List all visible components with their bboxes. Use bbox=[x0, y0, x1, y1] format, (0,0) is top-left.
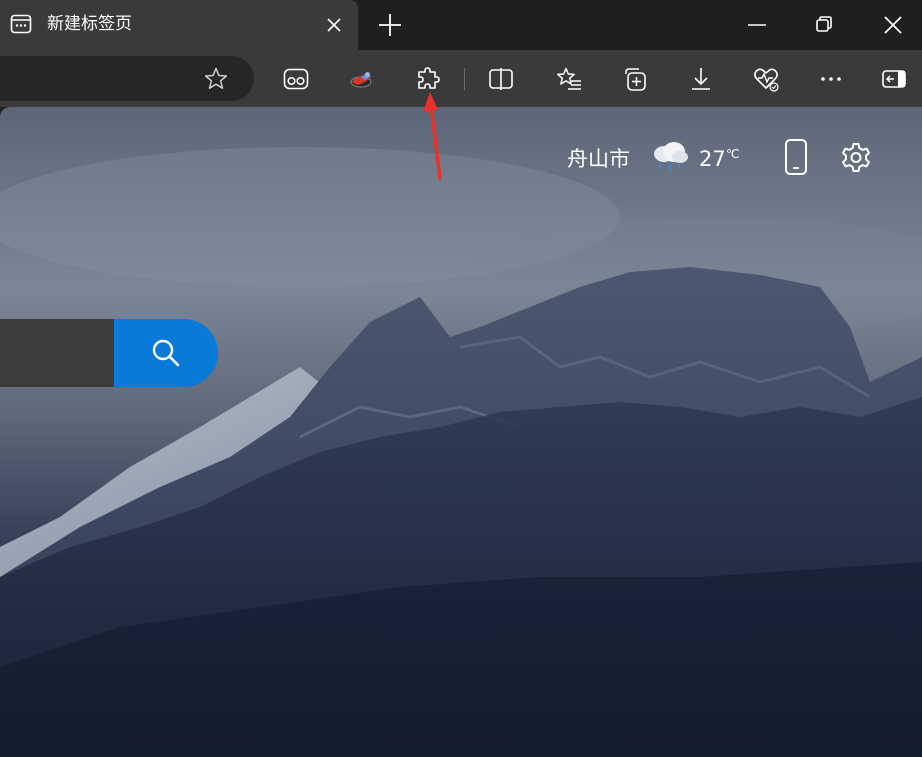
toolbar bbox=[0, 50, 922, 107]
browser-essentials-icon[interactable] bbox=[752, 65, 780, 93]
restore-icon[interactable] bbox=[811, 12, 837, 38]
weather-unit: ℃ bbox=[726, 147, 740, 161]
search-input[interactable] bbox=[0, 319, 130, 387]
mountain-background-image bbox=[0, 147, 922, 757]
tab-title: 新建标签页 bbox=[47, 14, 132, 34]
extension-app-icon[interactable] bbox=[347, 65, 375, 93]
reading-mode-icon[interactable] bbox=[282, 65, 310, 93]
split-screen-icon[interactable] bbox=[487, 65, 515, 93]
new-tab-page-content: 舟山市 27 ℃ bbox=[0, 107, 922, 757]
search-button[interactable] bbox=[114, 319, 218, 387]
favorites-list-icon[interactable] bbox=[555, 65, 583, 93]
download-icon[interactable] bbox=[687, 65, 715, 93]
new-tab-page-icon bbox=[10, 14, 32, 34]
sidebar-icon[interactable] bbox=[880, 65, 908, 93]
phone-icon[interactable] bbox=[783, 138, 809, 176]
minimize-icon[interactable] bbox=[744, 12, 770, 38]
extensions-puzzle-icon[interactable] bbox=[414, 65, 442, 93]
tab-close-icon[interactable] bbox=[322, 13, 346, 37]
toolbar-separator bbox=[464, 68, 465, 90]
annotation-arrow-icon bbox=[423, 92, 442, 180]
search-icon bbox=[152, 339, 180, 367]
close-icon[interactable] bbox=[880, 12, 906, 38]
title-bar: 新建标签页 bbox=[0, 0, 922, 50]
plus-icon[interactable] bbox=[376, 11, 404, 39]
weather-temperature[interactable]: 27 bbox=[699, 146, 726, 172]
favorite-star-icon[interactable] bbox=[203, 66, 229, 92]
search-box bbox=[0, 319, 218, 387]
address-bar[interactable] bbox=[0, 56, 254, 101]
rain-cloud-icon[interactable] bbox=[650, 140, 690, 176]
weather-city[interactable]: 舟山市 bbox=[567, 146, 630, 172]
settings-gear-icon[interactable] bbox=[839, 141, 873, 175]
collections-icon[interactable] bbox=[620, 65, 648, 93]
tab-new-tab-page[interactable]: 新建标签页 bbox=[0, 0, 358, 50]
more-icon[interactable] bbox=[817, 65, 845, 93]
